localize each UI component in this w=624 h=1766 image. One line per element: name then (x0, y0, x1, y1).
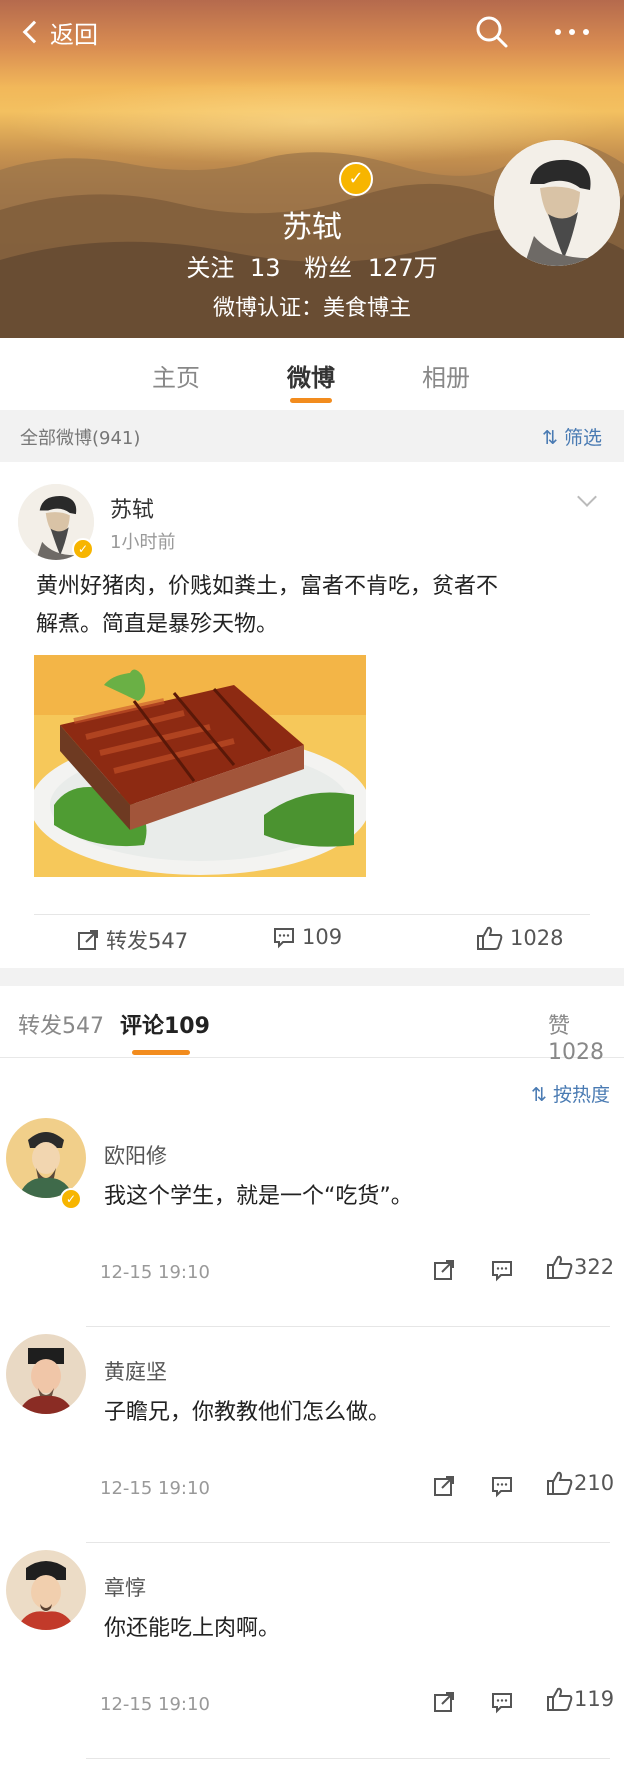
comment-like-count: 119 (574, 1687, 615, 1711)
post-text-line: 解煮。简直是暴殄天物。 (36, 612, 279, 637)
post-text-line: 黄州好猪肉，价贱如粪土，富者不肯吃，贫者不 (36, 574, 499, 599)
following-label: 关注 (186, 254, 235, 282)
comment-like-button[interactable]: 119 (546, 1686, 614, 1712)
comment-actions: 119 (432, 1686, 622, 1720)
divider (86, 1758, 610, 1759)
back-label: 返回 (50, 20, 98, 49)
share-icon[interactable] (432, 1258, 456, 1282)
comment-icon[interactable] (490, 1690, 514, 1714)
post-image[interactable] (34, 655, 366, 877)
profile-tabs: 主页 微博 相册 (0, 338, 624, 410)
verification-text: 微博认证：美食博主 (212, 296, 411, 321)
weibo-post: ✓ 苏轼 1小时前 黄州好猪肉，价贱如粪土，富者不肯吃，贫者不 解煮。简直是暴殄… (0, 462, 624, 968)
active-tab-indicator (132, 1050, 190, 1055)
profile-stats: 关注 13 粉丝 127万 (0, 248, 624, 283)
comment-actions: 322 (432, 1254, 622, 1288)
comment-item: 黄庭坚 子瞻兄，你教教他们怎么做。 12-15 19:10 210 (0, 1334, 624, 1550)
section-gap (0, 968, 624, 986)
comment-item: ✓ 欧阳修 我这个学生，就是一个“吃货”。 12-15 19:10 322 (0, 1118, 624, 1334)
commenter-name[interactable]: 黄庭坚 (104, 1356, 167, 1386)
thumbs-up-icon (477, 926, 503, 950)
comment-text: 我这个学生，就是一个“吃货”。 (104, 1184, 413, 1209)
filter-button[interactable]: ⇅ 筛选 (542, 423, 602, 450)
profile-avatar-wrap[interactable]: ✓ (247, 70, 620, 266)
commenter-avatar[interactable] (6, 1334, 86, 1414)
chevron-left-icon (22, 20, 46, 44)
repost-label: 转发547 (106, 929, 189, 953)
like-button[interactable]: 1028 (476, 925, 563, 951)
more-icon[interactable] (552, 14, 592, 50)
thumbs-up-icon (547, 1255, 573, 1279)
comment-date: 12-15 19:10 (100, 1478, 210, 1499)
post-actions: 转发547 109 1028 (0, 925, 624, 969)
tab-album[interactable]: 相册 (422, 358, 470, 393)
sort-label: 按热度 (552, 1084, 610, 1106)
divider (86, 1542, 610, 1543)
filter-bar: 全部微博(941) ⇅ 筛选 (0, 410, 624, 462)
comment-like-button[interactable]: 322 (546, 1254, 614, 1280)
share-icon (78, 930, 98, 950)
post-text: 黄州好猪肉，价贱如粪土，富者不肯吃，贫者不 解煮。简直是暴殄天物。 (36, 568, 576, 644)
comment-icon[interactable] (490, 1258, 514, 1282)
share-icon[interactable] (432, 1690, 456, 1714)
share-icon[interactable] (432, 1474, 456, 1498)
back-button[interactable]: 返回 (18, 14, 98, 50)
commenter-name[interactable]: 章惇 (104, 1572, 146, 1602)
tab-reposts[interactable]: 转发547 (18, 1008, 104, 1040)
comment-text: 你还能吃上肉啊。 (104, 1616, 281, 1641)
comment-icon (274, 928, 294, 949)
comment-tabs: 转发547 评论109 赞1028 (0, 986, 624, 1065)
comment-date: 12-15 19:10 (100, 1262, 210, 1283)
following-link[interactable]: 关注 13 (182, 254, 284, 282)
verified-badge-icon: ✓ (339, 162, 373, 196)
tab-likes[interactable]: 赞1028 (548, 1008, 624, 1065)
commenter-avatar[interactable] (6, 1550, 86, 1630)
post-count: 全部微博(941) (20, 428, 141, 449)
comment-date: 12-15 19:10 (100, 1694, 210, 1715)
chevron-down-icon[interactable] (577, 487, 597, 507)
repost-button[interactable]: 转发547 (76, 925, 188, 955)
profile-header: 返回 ✓ 苏轼 关注 13 粉丝 127万 微博认证：美食博主 (0, 0, 624, 338)
post-author[interactable]: 苏轼 (110, 492, 154, 524)
verified-badge-icon: ✓ (60, 1188, 82, 1210)
comment-like-count: 210 (574, 1471, 615, 1495)
comment-actions: 210 (432, 1470, 622, 1504)
comment-item: 章惇 你还能吃上肉啊。 12-15 19:10 119 (0, 1550, 624, 1766)
verified-badge-icon: ✓ (72, 538, 94, 560)
active-tab-indicator (290, 398, 332, 403)
comment-like-button[interactable]: 210 (546, 1470, 614, 1496)
like-count: 1028 (510, 926, 564, 950)
filter-label: 筛选 (563, 427, 602, 449)
tab-home[interactable]: 主页 (152, 358, 200, 393)
comment-like-count: 322 (574, 1255, 615, 1279)
divider (34, 914, 590, 915)
profile-name: 苏轼 (282, 210, 342, 245)
following-count: 13 (250, 254, 281, 282)
sort-icon: ⇅ (531, 1084, 547, 1106)
sort-button[interactable]: ⇅ 按热度 (531, 1080, 610, 1107)
commenter-name[interactable]: 欧阳修 (104, 1140, 167, 1170)
thumbs-up-icon (547, 1687, 573, 1711)
tab-weibo[interactable]: 微博 (287, 358, 335, 393)
divider (86, 1326, 610, 1327)
search-icon[interactable] (474, 14, 510, 50)
filter-icon: ⇅ (542, 427, 558, 449)
comment-count: 109 (302, 925, 343, 949)
thumbs-up-icon (547, 1471, 573, 1495)
post-time: 1小时前 (110, 532, 176, 553)
comment-text: 子瞻兄，你教教他们怎么做。 (104, 1400, 391, 1425)
comment-icon[interactable] (490, 1474, 514, 1498)
commenter-avatar[interactable] (6, 1118, 86, 1198)
followers-link[interactable]: 粉丝 127万 (300, 254, 441, 282)
followers-count: 127万 (367, 254, 438, 282)
followers-label: 粉丝 (304, 254, 353, 282)
tab-comments[interactable]: 评论109 (120, 1008, 210, 1040)
comment-button[interactable]: 109 (272, 925, 342, 949)
